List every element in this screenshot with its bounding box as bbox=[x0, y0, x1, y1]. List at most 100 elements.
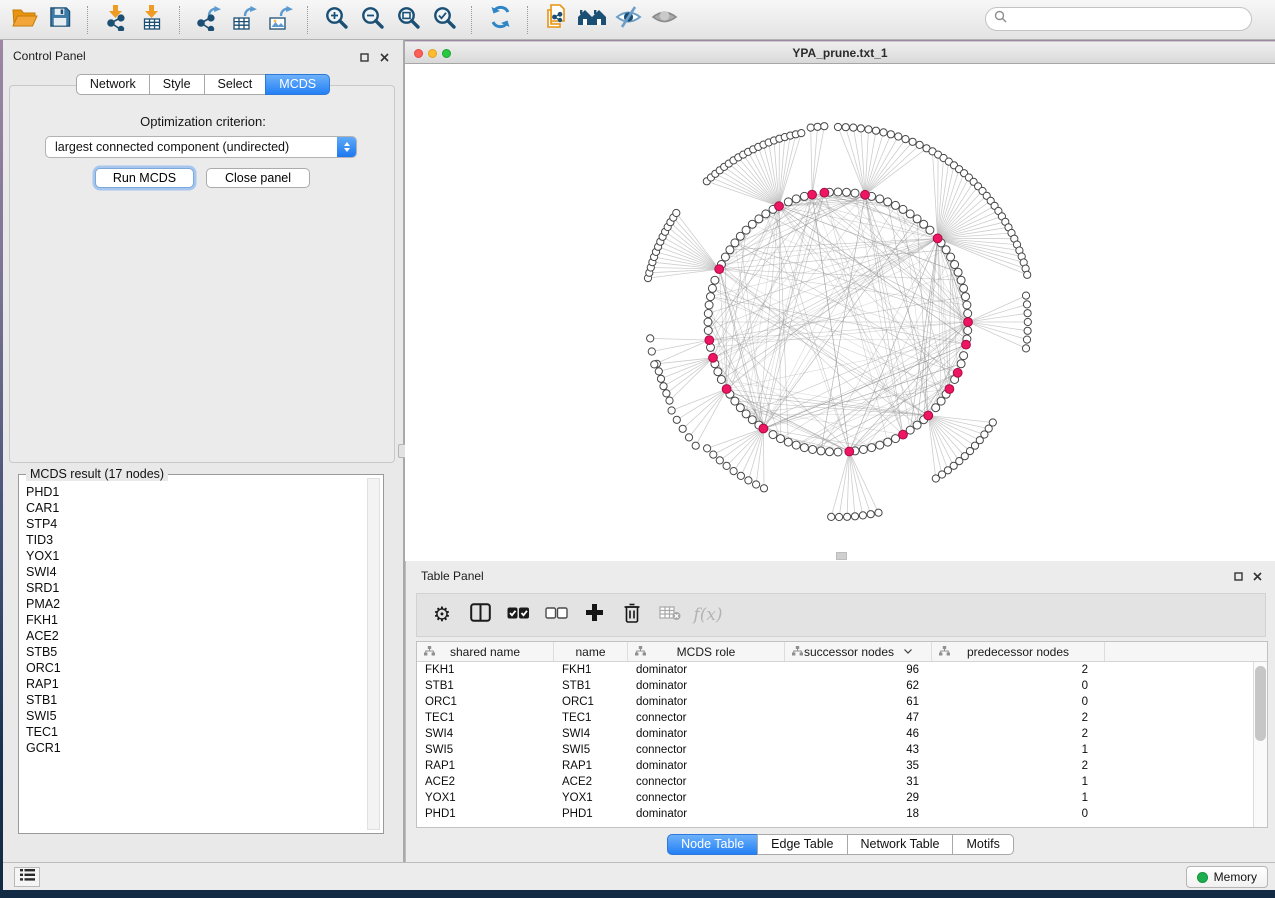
desktop: Control Panel NetworkStyleSelectMCDS Opt… bbox=[0, 0, 1275, 898]
split-view-button[interactable] bbox=[467, 601, 493, 629]
select-all-button[interactable] bbox=[505, 601, 531, 629]
deselect-all-button[interactable] bbox=[543, 601, 569, 629]
result-node-item[interactable]: ACE2 bbox=[26, 628, 365, 644]
table-row[interactable]: ACE2ACE2connector311 bbox=[417, 774, 1267, 790]
memory-status-icon bbox=[1197, 872, 1208, 883]
save-session-button[interactable] bbox=[42, 4, 78, 36]
zoom-fit-button[interactable] bbox=[390, 4, 426, 36]
table-row[interactable]: RAP1RAP1dominator352 bbox=[417, 758, 1267, 774]
result-node-item[interactable]: STB5 bbox=[26, 644, 365, 660]
result-node-item[interactable]: ORC1 bbox=[26, 660, 365, 676]
function-builder-button: f(x) bbox=[695, 601, 721, 629]
tab-network[interactable]: Network bbox=[76, 74, 150, 95]
run-mcds-button[interactable]: Run MCDS bbox=[95, 168, 194, 188]
table-cell: dominator bbox=[628, 662, 785, 678]
result-node-item[interactable]: RAP1 bbox=[26, 676, 365, 692]
float-panel-icon[interactable] bbox=[359, 52, 370, 63]
zoom-in-button[interactable] bbox=[318, 4, 354, 36]
column-label: MCDS role bbox=[677, 645, 736, 659]
refresh-layout-button[interactable] bbox=[482, 4, 518, 36]
show-eye-button[interactable] bbox=[646, 4, 682, 36]
open-file-button[interactable] bbox=[6, 4, 42, 36]
delete-column-button[interactable] bbox=[619, 601, 645, 629]
table-scrollbar-thumb[interactable] bbox=[1255, 666, 1266, 741]
result-node-item[interactable]: PMA2 bbox=[26, 596, 365, 612]
memory-button[interactable]: Memory bbox=[1186, 866, 1268, 888]
table-scrollbar[interactable] bbox=[1253, 662, 1267, 827]
result-node-item[interactable]: PHD1 bbox=[26, 484, 365, 500]
result-node-item[interactable]: SWI5 bbox=[26, 708, 365, 724]
show-eye-icon bbox=[651, 6, 678, 33]
result-scrollbar[interactable] bbox=[367, 478, 380, 830]
column-header-name[interactable]: name bbox=[554, 642, 628, 661]
table-row[interactable]: STB1STB1dominator620 bbox=[417, 678, 1267, 694]
table-row[interactable]: YOX1YOX1connector291 bbox=[417, 790, 1267, 806]
result-node-item[interactable]: FKH1 bbox=[26, 612, 365, 628]
export-network-button[interactable] bbox=[190, 4, 226, 36]
result-node-item[interactable]: STP4 bbox=[26, 516, 365, 532]
tab-edge-table[interactable]: Edge Table bbox=[757, 834, 847, 855]
table-tabs: Node TableEdge TableNetwork TableMotifs bbox=[406, 834, 1275, 855]
horizontal-splitter-grip[interactable] bbox=[836, 552, 847, 560]
tab-motifs[interactable]: Motifs bbox=[952, 834, 1013, 855]
result-node-item[interactable]: GCR1 bbox=[26, 740, 365, 756]
result-node-item[interactable]: TID3 bbox=[26, 532, 365, 548]
table-cell: YOX1 bbox=[554, 790, 628, 806]
hide-eye-button[interactable] bbox=[610, 4, 646, 36]
search-input[interactable] bbox=[1012, 9, 1251, 29]
tab-style[interactable]: Style bbox=[149, 74, 205, 95]
result-node-item[interactable]: YOX1 bbox=[26, 548, 365, 564]
table-row[interactable]: SWI5SWI5connector431 bbox=[417, 742, 1267, 758]
result-node-item[interactable]: TEC1 bbox=[26, 724, 365, 740]
add-column-button[interactable] bbox=[581, 601, 607, 629]
column-header-predecessor-nodes[interactable]: predecessor nodes bbox=[932, 642, 1105, 661]
table-cell: 31 bbox=[785, 774, 932, 790]
tab-mcds[interactable]: MCDS bbox=[265, 74, 330, 95]
table-cell: 0 bbox=[932, 806, 1105, 822]
toolbar-separator bbox=[179, 6, 181, 34]
table-cell: 2 bbox=[932, 726, 1105, 742]
table-row[interactable]: SWI4SWI4dominator462 bbox=[417, 726, 1267, 742]
zoom-selected-button[interactable] bbox=[426, 4, 462, 36]
table-cell: connector bbox=[628, 710, 785, 726]
result-node-item[interactable]: CAR1 bbox=[26, 500, 365, 516]
result-node-item[interactable]: SWI4 bbox=[26, 564, 365, 580]
column-header-MCDS-role[interactable]: MCDS role bbox=[628, 642, 785, 661]
task-history-button[interactable] bbox=[14, 867, 40, 887]
delete-table-button bbox=[657, 601, 683, 629]
criterion-dropdown[interactable]: largest connected component (undirected) bbox=[45, 136, 357, 158]
table-row[interactable]: PHD1PHD1dominator180 bbox=[417, 806, 1267, 822]
float-table-panel-icon[interactable] bbox=[1233, 571, 1244, 582]
refresh-layout-icon bbox=[488, 5, 513, 34]
table-row[interactable]: ORC1ORC1dominator610 bbox=[417, 694, 1267, 710]
table-cell bbox=[1105, 806, 1267, 822]
result-node-item[interactable]: STB1 bbox=[26, 692, 365, 708]
network-window-titlebar: YPA_prune.txt_1 bbox=[405, 41, 1275, 64]
tab-select[interactable]: Select bbox=[204, 74, 267, 95]
result-node-item[interactable]: SRD1 bbox=[26, 580, 365, 596]
close-panel-icon[interactable] bbox=[379, 52, 390, 63]
zoom-out-button[interactable] bbox=[354, 4, 390, 36]
settings-gear-button[interactable]: ⚙ bbox=[429, 601, 455, 629]
clone-network-button[interactable] bbox=[538, 4, 574, 36]
toolbar-groups bbox=[6, 4, 682, 36]
column-header-successor-nodes[interactable]: successor nodes bbox=[785, 642, 932, 661]
import-table-button[interactable] bbox=[134, 4, 170, 36]
export-network-icon bbox=[195, 4, 221, 36]
close-table-panel-icon[interactable] bbox=[1252, 571, 1263, 582]
table-row[interactable]: TEC1TEC1connector472 bbox=[417, 710, 1267, 726]
column-header-shared-name[interactable]: shared name bbox=[417, 642, 554, 661]
export-image-button[interactable] bbox=[262, 4, 298, 36]
table-cell: 2 bbox=[932, 710, 1105, 726]
tab-network-table[interactable]: Network Table bbox=[847, 834, 954, 855]
network-canvas[interactable] bbox=[405, 64, 1275, 561]
search-box[interactable] bbox=[985, 7, 1252, 31]
export-table-button[interactable] bbox=[226, 4, 262, 36]
table-cell: 96 bbox=[785, 662, 932, 678]
tab-node-table[interactable]: Node Table bbox=[667, 834, 758, 855]
table-cell: connector bbox=[628, 742, 785, 758]
close-panel-button[interactable]: Close panel bbox=[206, 168, 310, 188]
table-row[interactable]: FKH1FKH1dominator962 bbox=[417, 662, 1267, 678]
overview-button[interactable] bbox=[574, 4, 610, 36]
import-network-button[interactable] bbox=[98, 4, 134, 36]
